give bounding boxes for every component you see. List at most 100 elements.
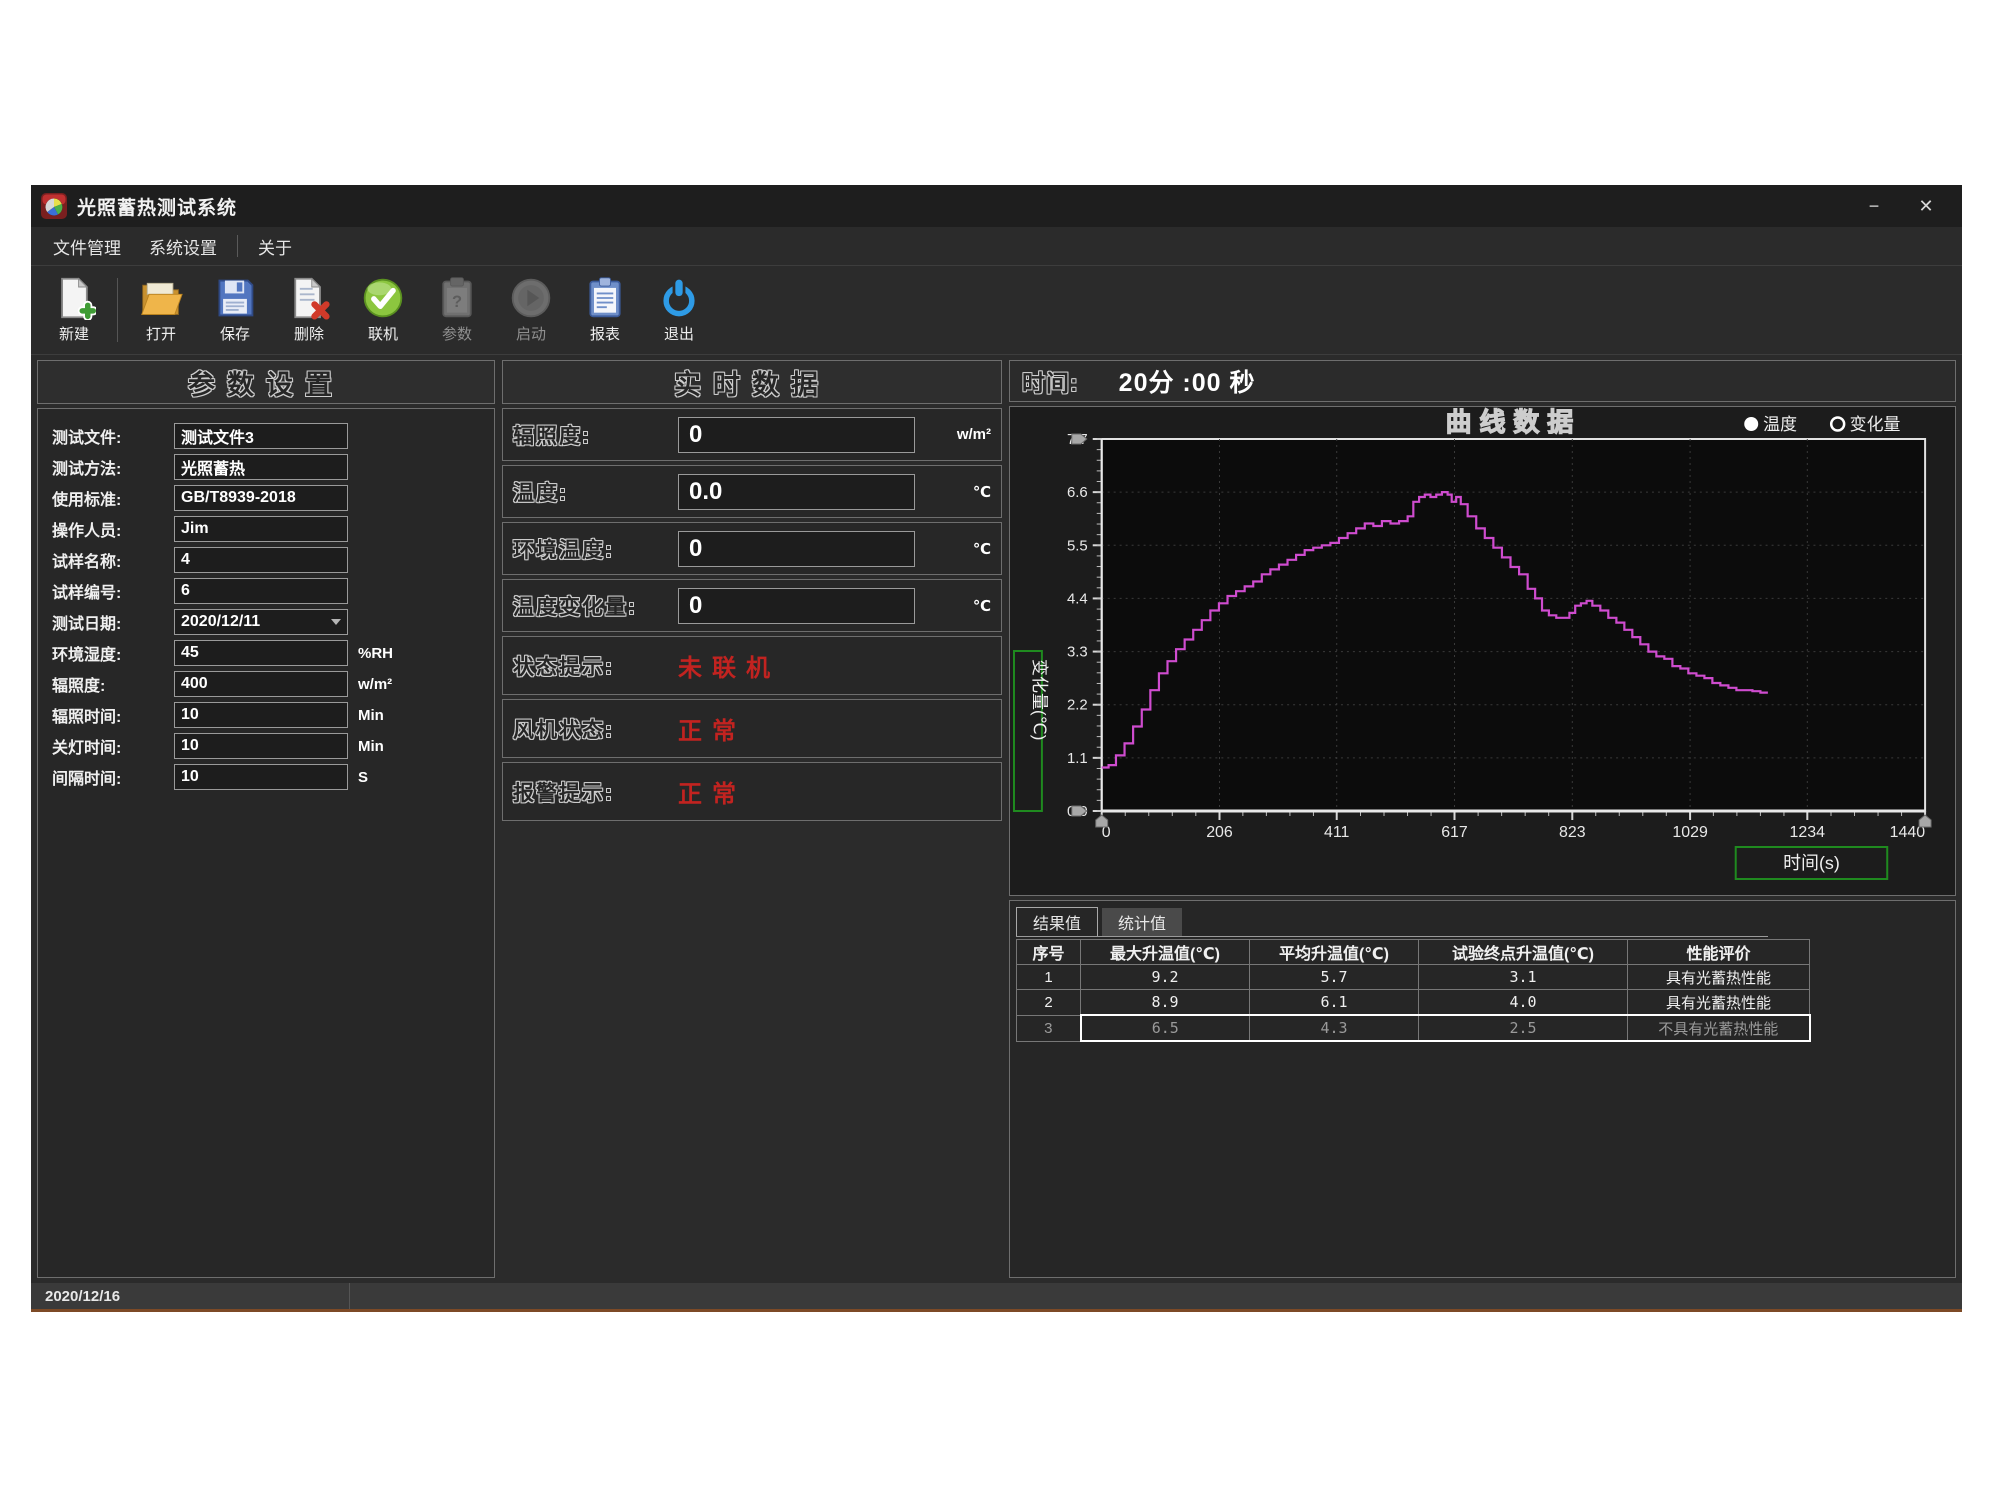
new-button[interactable]: 新建 [37,270,111,350]
reading-value: 0 [678,417,915,453]
menu-file-management[interactable]: 文件管理 [39,228,135,265]
exit-button[interactable]: 退出 [642,270,716,350]
param-field-row: 辐照度:400w/m² [52,671,494,697]
svg-text:411: 411 [1324,824,1350,841]
result-cell: 4.3 [1250,1015,1419,1041]
menu-divider [237,235,238,257]
param-field-label: 使用标准: [52,486,174,510]
connect-button[interactable]: 联机 [346,270,420,350]
status-row: 风机状态:正常 [502,699,1002,758]
reading-row: 辐照度:0w/m² [502,408,1002,461]
result-cell: 4.0 [1419,990,1628,1016]
delete-file-icon [287,276,331,320]
param-field-label: 辐照度: [52,672,174,696]
realtime-panel-title: 实时数据 [674,363,830,402]
status-label: 报警提示: [513,777,678,807]
reading-unit: w/m² [957,426,991,443]
param-field-unit: %RH [358,645,393,662]
results-col-header: 试验终点升温值(℃) [1419,940,1628,965]
save-button[interactable]: 保存 [198,270,272,350]
reading-value: 0.0 [678,474,915,510]
param-field-input[interactable]: GB/T8939-2018 [174,485,348,511]
param-field-row: 测试方法:光照蓄热 [52,454,494,480]
param-field-input[interactable]: 10 [174,702,348,728]
param-field-input[interactable]: 测试文件3 [174,423,348,449]
params-button: ?参数 [420,270,494,350]
svg-text:1.1: 1.1 [1067,750,1088,767]
result-cell: 5.7 [1250,965,1419,990]
curve-chart-panel[interactable]: 0.01.12.23.34.45.56.67.70206411617823102… [1009,406,1956,896]
param-field-input[interactable]: 45 [174,640,348,666]
param-field-input[interactable]: Jim [174,516,348,542]
table-row[interactable]: 19.25.73.1具有光蓄热性能 [1017,965,1810,990]
legend-label[interactable]: 温度 [1763,415,1797,434]
chart-region: 时间: 20分 :00 秒 0.01.12.23.34.45.56.67.702… [1009,360,1956,896]
params-panel-title: 参数设置 [188,363,344,402]
param-field-row: 间隔时间:10S [52,764,494,790]
titlebar: 光照蓄热测试系统 − ✕ [31,185,1962,227]
start-play-icon [509,276,553,320]
toolbar: 新建 打开 保存 删除 联机 ?参数启动 报表 退出 [31,266,1962,355]
menu-about[interactable]: 关于 [244,228,306,265]
param-field-row: 试样名称:4 [52,547,494,573]
results-tab-strip: 结果值 统计值 [1016,905,1768,937]
open-button[interactable]: 打开 [124,270,198,350]
result-cell: 3.1 [1419,965,1628,990]
tool-label: 删除 [294,323,324,344]
radio-selected-icon[interactable] [1744,417,1758,431]
svg-text:1029: 1029 [1672,824,1708,841]
param-field-input[interactable]: 4 [174,547,348,573]
svg-text:617: 617 [1441,824,1468,841]
save-floppy-icon [213,276,257,320]
delete-button[interactable]: 删除 [272,270,346,350]
param-field-input[interactable]: 2020/12/11 [174,609,348,635]
param-field-input[interactable]: 光照蓄热 [174,454,348,480]
legend-label[interactable]: 变化量 [1850,415,1901,434]
result-cell: 6.1 [1250,990,1419,1016]
time-bar: 时间: 20分 :00 秒 [1009,360,1956,402]
result-cell: 具有光蓄热性能 [1628,965,1810,990]
param-field-label: 试样名称: [52,548,174,572]
param-field-row: 操作人员:Jim [52,516,494,542]
param-field-input[interactable]: 10 [174,764,348,790]
table-row[interactable]: 28.96.14.0具有光蓄热性能 [1017,990,1810,1016]
reading-unit: ℃ [973,540,991,558]
tool-label: 新建 [59,323,89,344]
results-col-header: 序号 [1017,940,1081,965]
param-field-input[interactable]: 6 [174,578,348,604]
row-index-cell: 2 [1017,990,1081,1016]
minimize-button[interactable]: − [1848,189,1900,223]
curve-chart-svg[interactable]: 0.01.12.23.34.45.56.67.70206411617823102… [1010,407,1955,895]
svg-text:1234: 1234 [1790,824,1826,841]
statusbar: 2020/12/16 [31,1283,1962,1312]
menu-system-settings[interactable]: 系统设置 [135,228,231,265]
tool-label: 报表 [590,323,620,344]
table-row[interactable]: 36.54.32.5不具有光蓄热性能 [1017,1015,1810,1041]
report-button[interactable]: 报表 [568,270,642,350]
svg-text:5.5: 5.5 [1067,537,1088,554]
param-field-label: 关灯时间: [52,734,174,758]
tool-label: 打开 [146,323,176,344]
param-field-label: 测试日期: [52,610,174,634]
svg-text:206: 206 [1206,824,1233,841]
close-button[interactable]: ✕ [1900,189,1952,223]
tool-label: 启动 [516,323,546,344]
tab-statistic-values[interactable]: 统计值 [1102,908,1182,936]
param-field-row: 关灯时间:10Min [52,733,494,759]
chart-title: 曲线数据 [1446,408,1581,437]
status-value: 正常 [678,774,746,809]
result-cell: 9.2 [1081,965,1250,990]
param-field-label: 试样编号: [52,579,174,603]
param-field-input[interactable]: 10 [174,733,348,759]
reading-label: 环境温度: [513,534,678,564]
dropdown-arrow-icon[interactable] [331,619,341,625]
param-field-input[interactable]: 400 [174,671,348,697]
params-panel-header: 参数设置 [37,360,495,404]
status-date: 2020/12/16 [31,1288,134,1305]
tool-label: 保存 [220,323,250,344]
tab-result-values[interactable]: 结果值 [1016,907,1098,936]
row-index-cell: 3 [1017,1015,1081,1041]
tool-label: 联机 [368,323,398,344]
row-index-cell: 1 [1017,965,1081,990]
param-field-label: 测试方法: [52,455,174,479]
